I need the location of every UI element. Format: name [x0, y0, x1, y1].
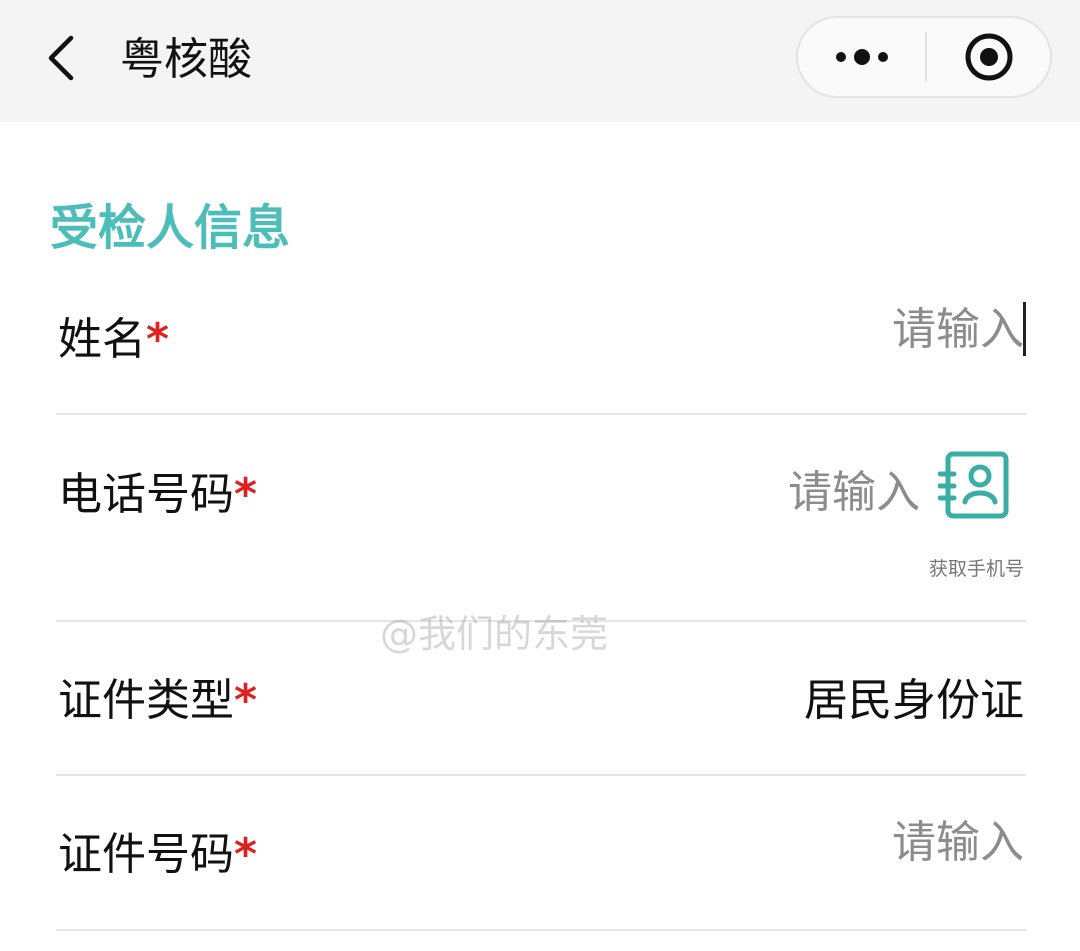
phone-label-text: 电话号码 [58, 469, 234, 520]
required-asterisk: * [146, 314, 170, 365]
get-phone-button[interactable] [937, 450, 1010, 522]
name-input[interactable] [560, 302, 1024, 358]
phone-input[interactable] [520, 465, 920, 521]
divider [56, 929, 1026, 931]
mini-program-capsule [796, 16, 1052, 98]
required-asterisk: * [234, 675, 258, 726]
divider [56, 413, 1026, 415]
required-asterisk: * [234, 829, 258, 880]
id-number-label: 证件号码* [58, 827, 257, 883]
more-dots-icon [835, 49, 888, 65]
contact-card-icon [937, 451, 1009, 519]
close-mini-program-button[interactable] [927, 18, 1050, 96]
id-type-select[interactable]: 居民身份证 [804, 673, 1024, 729]
section-title: 受检人信息 [50, 200, 291, 256]
more-button[interactable] [798, 18, 925, 96]
name-label-text: 姓名 [58, 314, 146, 365]
id-type-label-text: 证件类型 [58, 675, 234, 726]
get-phone-label: 获取手机号 [928, 558, 1024, 580]
phone-label: 电话号码* [58, 467, 257, 523]
watermark: @我们的东莞 [380, 612, 609, 656]
target-close-icon [965, 33, 1012, 81]
name-label: 姓名* [58, 312, 169, 368]
page-title: 粤核酸 [120, 34, 252, 85]
id-number-label-text: 证件号码 [58, 829, 234, 880]
id-type-label: 证件类型* [58, 673, 257, 729]
text-cursor [1023, 302, 1026, 356]
divider [56, 774, 1026, 776]
required-asterisk: * [234, 469, 258, 520]
back-button[interactable] [32, 28, 88, 88]
navbar: 粤核酸 [0, 0, 1080, 122]
id-number-input[interactable] [560, 815, 1024, 871]
chevron-left-icon [48, 35, 74, 81]
